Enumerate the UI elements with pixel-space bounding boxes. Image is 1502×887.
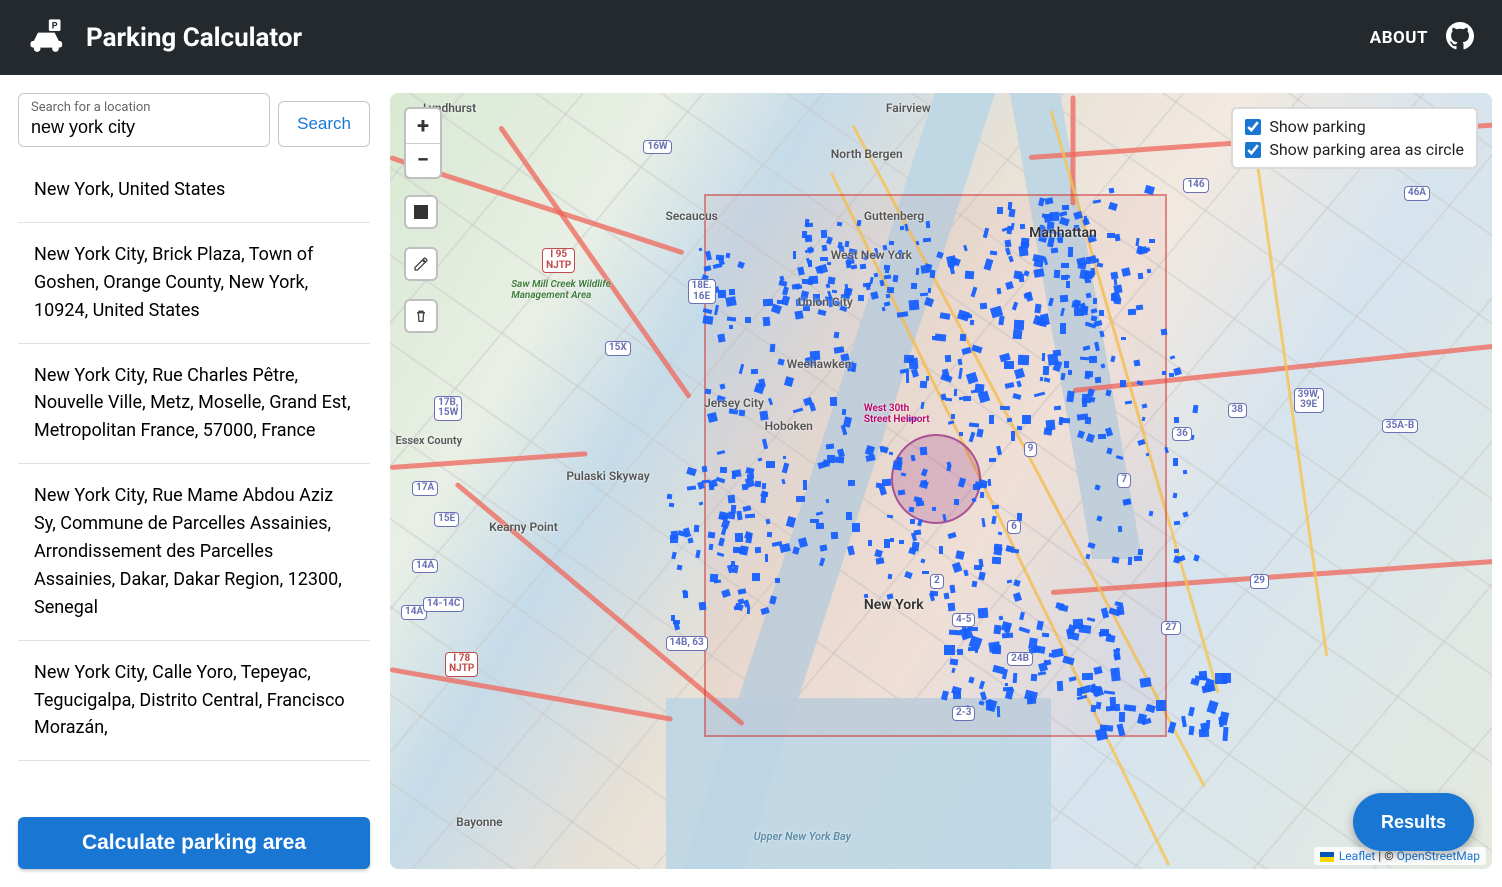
svg-text:P: P bbox=[52, 21, 58, 31]
draw-rectangle-button[interactable] bbox=[404, 195, 438, 229]
map-label: Essex County bbox=[396, 434, 463, 447]
square-icon bbox=[414, 205, 428, 219]
route-shield: 24B bbox=[1007, 652, 1033, 667]
route-shield: 14-14C bbox=[423, 597, 464, 612]
map-label: Pulaski Skyway bbox=[566, 469, 649, 483]
edit-icon bbox=[413, 256, 429, 272]
app-header: P Parking Calculator ABOUT bbox=[0, 0, 1502, 75]
show-circle-checkbox[interactable] bbox=[1245, 142, 1261, 158]
results-fab[interactable]: Results bbox=[1353, 793, 1474, 851]
calculate-button[interactable]: Calculate parking area bbox=[18, 817, 370, 869]
route-shield: I 78 NJTP bbox=[445, 652, 478, 677]
map[interactable]: Lyndhurst Fairview North Bergen Secaucus… bbox=[390, 93, 1492, 869]
trash-icon bbox=[413, 308, 429, 324]
map-label: Bayonne bbox=[456, 815, 503, 829]
map-label: Secaucus bbox=[666, 209, 718, 223]
map-container: Lyndhurst Fairview North Bergen Secaucus… bbox=[390, 93, 1492, 869]
route-shield: 35A-B bbox=[1382, 419, 1419, 434]
zoom-control: + − bbox=[404, 107, 442, 179]
flag-icon bbox=[1320, 852, 1334, 862]
map-label: Guttenberg bbox=[864, 209, 924, 223]
map-label: Saw Mill Creek Wildlife Management Area bbox=[511, 279, 621, 301]
route-shield: 2 bbox=[930, 574, 944, 589]
route-shield: 14A bbox=[412, 559, 438, 574]
route-shield: 4-5 bbox=[952, 613, 975, 628]
route-shield: 39W, 39E bbox=[1294, 388, 1324, 413]
zoom-in-button[interactable]: + bbox=[406, 109, 440, 143]
github-icon bbox=[1446, 22, 1474, 50]
attribution-sep: | © bbox=[1378, 849, 1396, 863]
map-label: Hoboken bbox=[765, 419, 813, 433]
edit-shapes-button[interactable] bbox=[404, 247, 438, 281]
route-shield: 16W bbox=[643, 140, 671, 155]
show-parking-checkbox[interactable] bbox=[1245, 119, 1261, 135]
route-shield: 7 bbox=[1117, 473, 1131, 488]
route-shield: 36 bbox=[1172, 427, 1191, 442]
list-item[interactable]: New York City, Rue Charles Pêtre, Nouvel… bbox=[18, 344, 370, 465]
map-label: Kearny Point bbox=[489, 520, 558, 534]
layer-toggle-circle[interactable]: Show parking area as circle bbox=[1245, 140, 1464, 159]
map-label: Jersey City bbox=[704, 396, 764, 410]
route-shield: 29 bbox=[1250, 574, 1269, 589]
route-shield: 6 bbox=[1007, 520, 1021, 535]
route-shield: 46A bbox=[1404, 186, 1430, 201]
zoom-out-button[interactable]: − bbox=[406, 143, 440, 177]
list-item[interactable]: New York City, Brick Plaza, Town of Gosh… bbox=[18, 223, 370, 344]
search-row: Search for a location Search bbox=[18, 93, 370, 147]
route-shield: 14B, 63 bbox=[666, 636, 708, 651]
osm-link[interactable]: OpenStreetMap bbox=[1397, 849, 1480, 863]
map-label: Upper New York Bay bbox=[754, 830, 851, 843]
layer-label: Show parking bbox=[1269, 117, 1365, 136]
layer-toggle-parking[interactable]: Show parking bbox=[1245, 117, 1464, 136]
github-link[interactable] bbox=[1446, 22, 1474, 54]
search-results-list[interactable]: New York, United States New York City, B… bbox=[18, 157, 370, 803]
layer-label: Show parking area as circle bbox=[1269, 140, 1464, 159]
route-shield: 38 bbox=[1228, 403, 1247, 418]
route-shield: 15E bbox=[434, 512, 459, 527]
route-shield: I 95 NJTP bbox=[542, 248, 575, 273]
route-shield: 15X bbox=[605, 341, 631, 356]
delete-shapes-button[interactable] bbox=[404, 299, 438, 333]
draw-toolbar bbox=[404, 195, 438, 333]
route-shield: 27 bbox=[1161, 621, 1180, 636]
search-label: Search for a location bbox=[31, 100, 257, 115]
map-label: New York bbox=[864, 597, 924, 613]
map-label: Manhattan bbox=[1029, 225, 1097, 241]
map-label: West 30th Street Heliport bbox=[864, 403, 936, 425]
search-container[interactable]: Search for a location bbox=[18, 93, 270, 147]
map-label: Fairview bbox=[886, 101, 931, 115]
map-label: Weehawken bbox=[787, 357, 852, 371]
route-shield: 9 bbox=[1024, 442, 1038, 457]
leaflet-link[interactable]: Leaflet bbox=[1339, 849, 1375, 863]
map-label: West New York bbox=[831, 248, 912, 262]
logo-wrap: P Parking Calculator bbox=[28, 19, 302, 57]
main-content: Search for a location Search New York, U… bbox=[0, 75, 1502, 887]
list-item[interactable]: New York, United States bbox=[18, 158, 370, 223]
route-shield: 146 bbox=[1183, 178, 1208, 193]
map-label: North Bergen bbox=[831, 147, 903, 161]
route-shield: 17B, 15W bbox=[434, 396, 462, 421]
route-shield: 17A bbox=[412, 481, 438, 496]
route-shield: 2-3 bbox=[952, 706, 975, 721]
search-input[interactable] bbox=[31, 115, 257, 138]
list-item[interactable]: New York City, Calle Yoro, Tepeyac, Tegu… bbox=[18, 641, 370, 762]
parking-car-icon: P bbox=[28, 19, 68, 57]
sidebar: Search for a location Search New York, U… bbox=[18, 93, 370, 869]
list-item[interactable]: New York City, Rue Mame Abdou Aziz Sy, C… bbox=[18, 464, 370, 640]
about-link[interactable]: ABOUT bbox=[1370, 28, 1428, 48]
app-title: Parking Calculator bbox=[86, 23, 302, 53]
search-button[interactable]: Search bbox=[278, 101, 370, 147]
route-shield: 18E. 16E bbox=[688, 279, 716, 304]
layer-panel: Show parking Show parking area as circle bbox=[1231, 107, 1478, 169]
map-label: Union City bbox=[798, 295, 853, 309]
